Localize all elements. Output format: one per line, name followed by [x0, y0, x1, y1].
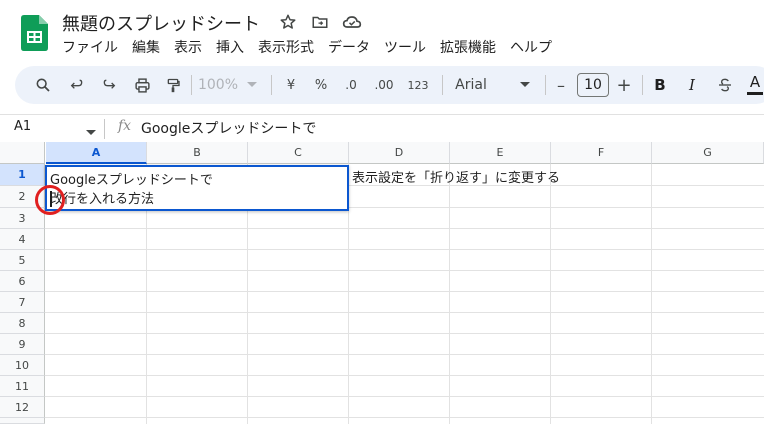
- increase-decimal-label: .00: [374, 78, 394, 92]
- column-header-c[interactable]: C: [248, 142, 349, 164]
- fx-icon: fx: [118, 118, 132, 134]
- cell-d1[interactable]: 表示設定を「折り返す」に変更する: [352, 167, 560, 186]
- zoom-dropdown-icon[interactable]: [245, 66, 259, 104]
- currency-format-button[interactable]: ¥: [281, 66, 301, 104]
- menu-edit[interactable]: 編集: [132, 37, 166, 57]
- cell-a1-editor[interactable]: Googleスプレッドシートで 改行を入れる方法: [45, 165, 349, 211]
- font-family-select[interactable]: Arial: [453, 66, 489, 104]
- cloud-status-icon[interactable]: [342, 12, 362, 32]
- zoom-select[interactable]: 100%: [195, 66, 241, 104]
- formula-input[interactable]: Googleスプレッドシートで: [141, 118, 316, 138]
- number-format-button[interactable]: 123: [405, 66, 431, 104]
- column-header-b[interactable]: B: [147, 142, 248, 164]
- row-header-9[interactable]: 9: [0, 334, 45, 355]
- row-header-4[interactable]: 4: [0, 229, 45, 250]
- text-color-button[interactable]: A: [745, 66, 764, 104]
- column-header-e[interactable]: E: [450, 142, 551, 164]
- annotation-circle: [35, 185, 65, 215]
- search-icon[interactable]: [31, 66, 55, 104]
- decrease-decimal-label: .0: [345, 78, 357, 92]
- cell-a1-line1: Googleスプレッドシートで: [50, 173, 213, 188]
- row-header-12[interactable]: 12: [0, 397, 45, 418]
- strikethrough-icon[interactable]: [715, 66, 735, 104]
- menu-bar: ファイル 編集 表示 挿入 表示形式 データ ツール 拡張機能 ヘルプ: [62, 37, 566, 57]
- menu-format[interactable]: 表示形式: [258, 37, 320, 57]
- text-color-swatch: [747, 92, 763, 95]
- font-family-dropdown-icon[interactable]: [518, 66, 532, 104]
- row-header-5[interactable]: 5: [0, 250, 45, 271]
- menu-insert[interactable]: 挿入: [216, 37, 250, 57]
- increase-font-size-button[interactable]: +: [615, 66, 633, 104]
- select-all-corner[interactable]: [0, 142, 45, 164]
- redo-icon[interactable]: [97, 66, 121, 104]
- sheets-logo[interactable]: [21, 15, 48, 51]
- font-size-input[interactable]: 10: [577, 73, 609, 97]
- menu-help[interactable]: ヘルプ: [510, 37, 558, 57]
- toolbar: 100% ¥ % .0 .00 123 Arial – 10 + B I A: [15, 66, 764, 104]
- row-header-1[interactable]: 1: [0, 164, 45, 186]
- menu-tools[interactable]: ツール: [384, 37, 432, 57]
- column-header-g[interactable]: G: [652, 142, 764, 164]
- menu-file[interactable]: ファイル: [62, 37, 124, 57]
- formula-bar: A1 fx Googleスプレッドシートで: [0, 114, 764, 142]
- column-header-d[interactable]: D: [349, 142, 450, 164]
- name-box-dropdown-icon[interactable]: [86, 121, 96, 140]
- menu-extensions[interactable]: 拡張機能: [440, 37, 502, 57]
- row-header-3[interactable]: 3: [0, 208, 45, 229]
- column-header-f[interactable]: F: [551, 142, 652, 164]
- italic-button[interactable]: I: [683, 66, 701, 104]
- move-to-folder-icon[interactable]: [310, 12, 330, 32]
- row-header-13[interactable]: [0, 418, 45, 424]
- text-color-label: A: [749, 73, 761, 91]
- undo-icon[interactable]: [65, 66, 89, 104]
- column-header-a[interactable]: A: [46, 142, 147, 164]
- menu-view[interactable]: 表示: [174, 37, 208, 57]
- paint-format-icon[interactable]: [161, 66, 185, 104]
- row-header-10[interactable]: 10: [0, 355, 45, 376]
- percent-format-button[interactable]: %: [311, 66, 331, 104]
- row-header-6[interactable]: 6: [0, 271, 45, 292]
- print-icon[interactable]: [130, 66, 154, 104]
- cell-a1-line2: 改行を入れる方法: [50, 192, 155, 207]
- decrease-font-size-button[interactable]: –: [552, 66, 570, 104]
- bold-button[interactable]: B: [651, 66, 669, 104]
- document-title[interactable]: 無題のスプレッドシート: [62, 10, 260, 36]
- decrease-decimal-button[interactable]: .0: [339, 66, 363, 104]
- menu-data[interactable]: データ: [328, 37, 376, 57]
- name-box[interactable]: A1: [14, 119, 31, 134]
- increase-decimal-button[interactable]: .00: [371, 66, 397, 104]
- row-header-8[interactable]: 8: [0, 313, 45, 334]
- star-icon[interactable]: [278, 12, 298, 32]
- row-header-11[interactable]: 11: [0, 376, 45, 397]
- spreadsheet-grid[interactable]: A B C D E F G 1 2 3 4 5 6 7 8 9 10 11 12…: [0, 142, 764, 424]
- row-header-7[interactable]: 7: [0, 292, 45, 313]
